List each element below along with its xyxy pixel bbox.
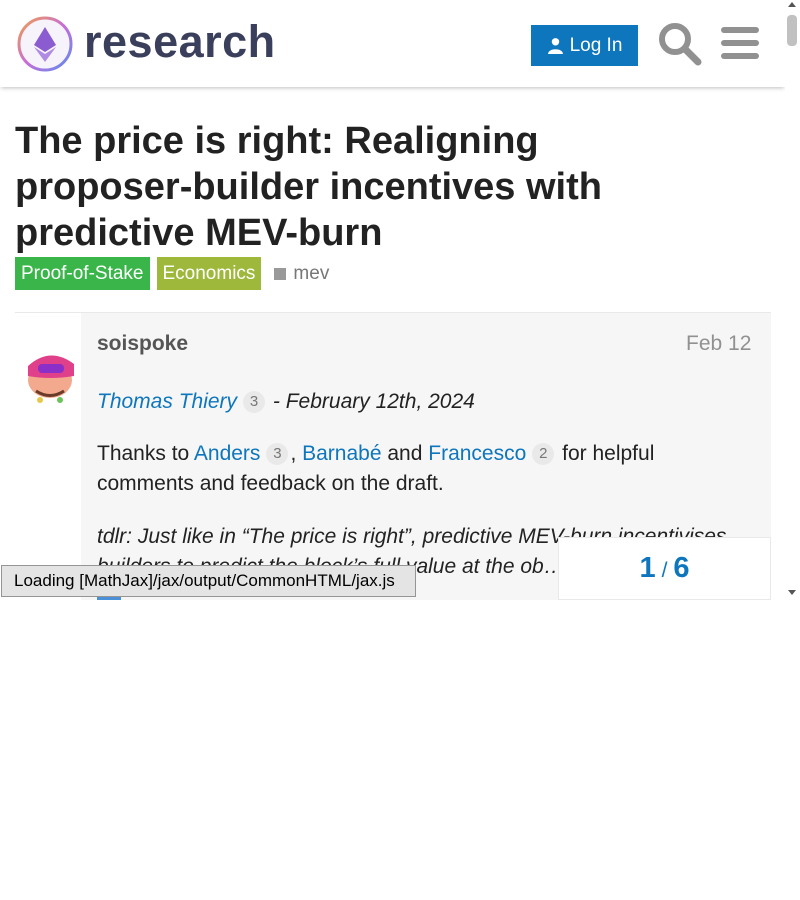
topic-title[interactable]: The price is right: Realigning proposer-… xyxy=(15,118,715,256)
topic-categories: Proof-of-Stake Economics mev xyxy=(15,257,329,290)
byline-date: - February 12th, 2024 xyxy=(267,390,475,413)
mention-francesco[interactable]: Francesco xyxy=(428,442,526,465)
site-header: research Log In xyxy=(0,0,785,87)
thanks-comma: , xyxy=(290,442,297,465)
francesco-mention-count: 2 xyxy=(532,443,555,465)
anders-mention-count: 3 xyxy=(266,443,289,465)
tag-square-icon xyxy=(274,267,287,280)
user-avatar[interactable] xyxy=(16,336,84,404)
category-economics[interactable]: Economics xyxy=(156,257,262,290)
search-icon[interactable] xyxy=(656,20,702,66)
author-link[interactable]: Thomas Thiery xyxy=(97,390,237,413)
vertical-scrollbar[interactable] xyxy=(785,0,800,600)
post-byline: Thomas Thiery 3 - February 12th, 2024 xyxy=(97,387,757,417)
mention-anders[interactable]: Anders xyxy=(194,442,261,465)
post-date[interactable]: Feb 12 xyxy=(686,332,751,356)
thanks-prefix: Thanks to xyxy=(97,442,194,465)
author-mention-count: 3 xyxy=(243,391,266,413)
hamburger-menu-icon[interactable] xyxy=(718,20,762,66)
tag-label: mev xyxy=(293,262,330,284)
scroll-up-arrow-icon[interactable] xyxy=(788,2,796,7)
browser-viewport: research Log In The price is right: Real… xyxy=(0,0,800,600)
mention-barnabe[interactable]: Barnabé xyxy=(302,442,381,465)
tag-mev[interactable]: mev xyxy=(274,263,329,285)
post-username[interactable]: soispoke xyxy=(97,332,188,356)
progress-total: 6 xyxy=(673,552,690,584)
topic-progress[interactable]: 1 / 6 xyxy=(558,537,771,600)
mathjax-loading-status: Loading [MathJax]/jax/output/CommonHTML/… xyxy=(1,565,416,597)
site-name[interactable]: research xyxy=(84,14,276,70)
research-logo[interactable] xyxy=(16,15,74,73)
progress-current: 1 xyxy=(639,552,656,584)
thanks-and: and xyxy=(381,442,429,465)
blank-area xyxy=(0,600,800,900)
scrollbar-thumb[interactable] xyxy=(787,15,797,46)
progress-separator: / xyxy=(661,559,668,582)
user-icon xyxy=(547,38,563,54)
log-in-button[interactable]: Log In xyxy=(531,25,638,66)
log-in-label: Log In xyxy=(569,34,623,56)
scroll-down-arrow-icon[interactable] xyxy=(788,590,796,595)
post-thanks: Thanks to Anders 3, Barnabé and Francesco… xyxy=(97,439,757,499)
category-proof-of-stake[interactable]: Proof-of-Stake xyxy=(15,257,150,290)
